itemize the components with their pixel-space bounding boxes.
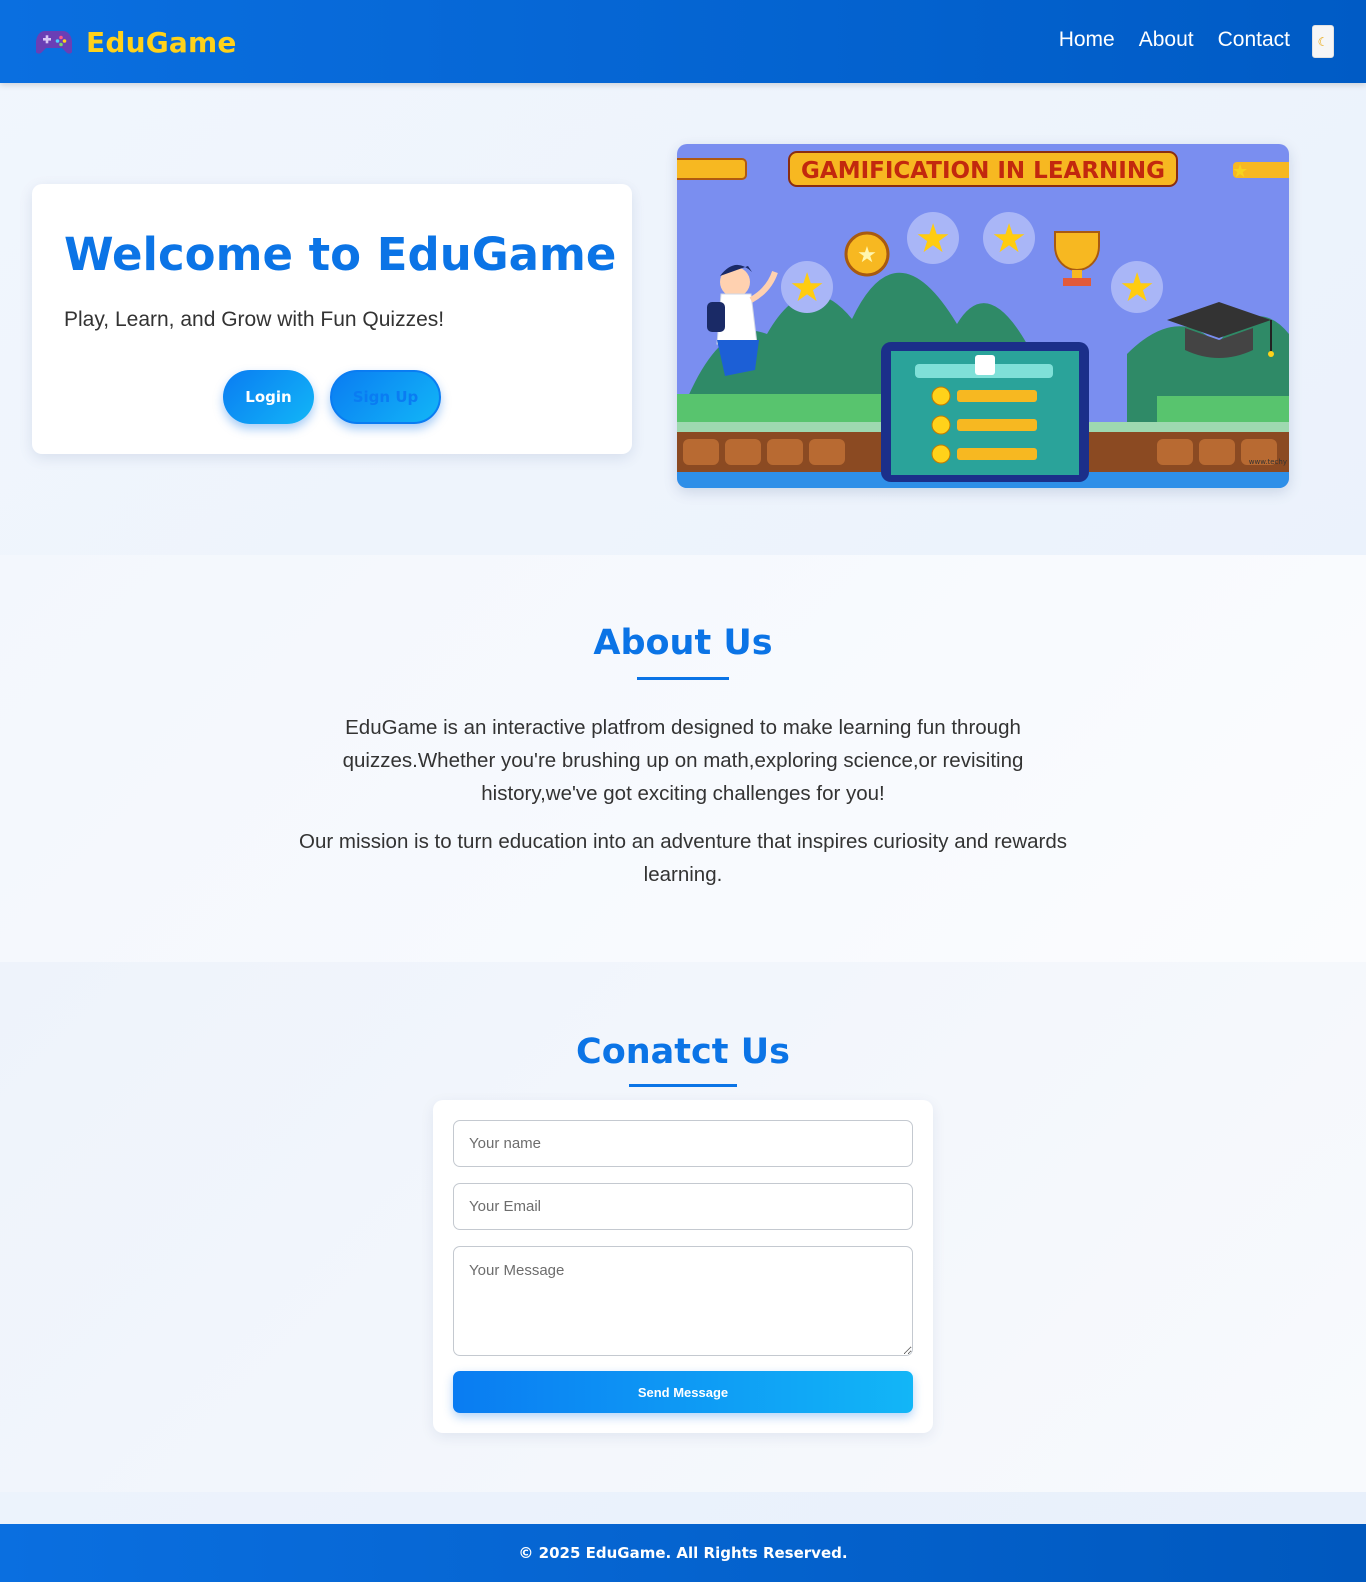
footer-copyright: © 2025 EduGame. All Rights Reserved. bbox=[518, 1544, 848, 1562]
contact-form: Send Message bbox=[433, 1100, 933, 1433]
nav-link-home[interactable]: Home bbox=[1059, 28, 1115, 52]
svg-text:★: ★ bbox=[991, 216, 1027, 262]
signup-button[interactable]: Sign Up bbox=[330, 370, 441, 424]
nav-link-about[interactable]: About bbox=[1139, 28, 1194, 52]
about-paragraph-2: Our mission is to turn education into an… bbox=[299, 830, 1067, 886]
svg-text:★: ★ bbox=[857, 243, 877, 268]
svg-text:www.techy: www.techy bbox=[1249, 458, 1287, 466]
nav-link-contact[interactable]: Contact bbox=[1218, 28, 1290, 52]
about-paragraph-1: EduGame is an interactive platfrom desig… bbox=[342, 716, 1024, 805]
about-title-underline bbox=[637, 677, 729, 680]
contact-section: Conatct Us Send Message bbox=[0, 962, 1366, 1492]
svg-text:★: ★ bbox=[1119, 265, 1155, 311]
hero-illustration: ★ GAMIFICATION IN LEARNING ★ ★ ★ ★ ★ www… bbox=[677, 144, 1289, 488]
navbar: EduGame Home About Contact ☾ bbox=[0, 0, 1366, 83]
logo[interactable]: EduGame bbox=[36, 24, 237, 60]
hero-image-caption: GAMIFICATION IN LEARNING bbox=[801, 158, 1165, 184]
theme-toggle-button[interactable]: ☾ bbox=[1312, 25, 1334, 58]
footer: © 2025 EduGame. All Rights Reserved. bbox=[0, 1524, 1366, 1582]
logo-text: EduGame bbox=[86, 25, 237, 59]
svg-text:★: ★ bbox=[915, 216, 951, 262]
message-textarea[interactable] bbox=[453, 1246, 913, 1356]
name-input[interactable] bbox=[453, 1120, 913, 1167]
gamepad-icon bbox=[36, 31, 72, 54]
contact-title: Conatct Us bbox=[576, 1032, 790, 1072]
email-input[interactable] bbox=[453, 1183, 913, 1230]
moon-icon: ☾ bbox=[1317, 34, 1329, 49]
svg-text:★: ★ bbox=[789, 265, 825, 311]
about-section: About Us EduGame is an interactive platf… bbox=[0, 555, 1366, 962]
nav-links: Home About Contact bbox=[1059, 28, 1290, 52]
send-message-button[interactable]: Send Message bbox=[453, 1371, 913, 1413]
svg-text:★: ★ bbox=[1232, 161, 1248, 182]
hero-card: Welcome to EduGame Play, Learn, and Grow… bbox=[32, 184, 632, 454]
about-title: About Us bbox=[593, 623, 773, 663]
login-button[interactable]: Login bbox=[223, 370, 314, 424]
hero-subtitle: Play, Learn, and Grow with Fun Quizzes! bbox=[64, 308, 445, 331]
hero-title: Welcome to EduGame bbox=[64, 228, 617, 281]
contact-title-underline bbox=[629, 1084, 737, 1087]
